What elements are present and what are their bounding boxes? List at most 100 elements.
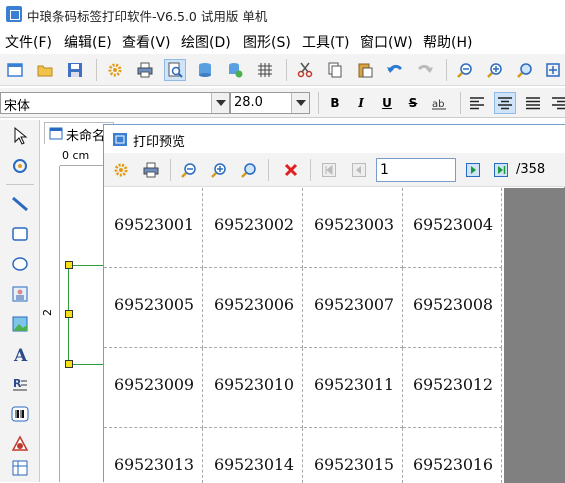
image-tool-icon[interactable] xyxy=(8,282,32,306)
select-pointer-icon[interactable] xyxy=(8,124,32,148)
cut-icon[interactable] xyxy=(294,59,316,81)
undo-icon[interactable] xyxy=(384,59,406,81)
align-justify-icon[interactable] xyxy=(522,92,544,114)
font-size-select[interactable]: 28.0 xyxy=(230,92,310,114)
label-cell: 69523004 xyxy=(403,188,502,268)
title-bar: 中琅条码标签打印软件-V6.5.0 试用版 单机 xyxy=(0,0,565,28)
print-preview-icon[interactable] xyxy=(164,59,186,81)
print-icon[interactable] xyxy=(134,59,156,81)
database-settings-icon[interactable] xyxy=(224,59,246,81)
label-number: 69523009 xyxy=(114,375,194,394)
rich-text-tool-icon[interactable]: R xyxy=(8,372,32,396)
label-cell: 69523002 xyxy=(204,188,303,268)
label-cell: 69523012 xyxy=(403,348,502,428)
zoom-icon[interactable] xyxy=(514,59,536,81)
grid-icon[interactable] xyxy=(254,59,276,81)
label-cell: 69523008 xyxy=(403,268,502,348)
app-icon xyxy=(6,6,22,22)
preview-title: 打印预览 xyxy=(133,135,186,150)
copy-icon[interactable] xyxy=(324,59,346,81)
rotate-tool-icon[interactable] xyxy=(8,154,32,178)
document-tab-label: 未命名 xyxy=(66,129,106,144)
last-page-icon[interactable] xyxy=(490,159,512,181)
redo-icon[interactable] xyxy=(414,59,436,81)
label-number: 69523015 xyxy=(314,455,394,474)
label-number: 69523014 xyxy=(214,455,294,474)
line-tool-icon[interactable] xyxy=(8,192,32,216)
italic-button[interactable]: I xyxy=(352,94,370,112)
align-right-icon[interactable] xyxy=(548,92,565,114)
bold-button[interactable]: B xyxy=(326,94,344,112)
label-cell: 69523007 xyxy=(304,268,403,348)
label-cell: 69523014 xyxy=(204,428,303,483)
settings-icon[interactable] xyxy=(104,59,126,81)
chevron-down-icon[interactable] xyxy=(291,93,309,113)
barcode-tool-icon[interactable] xyxy=(8,402,32,426)
selection-handle[interactable] xyxy=(65,310,73,318)
font-name-select[interactable]: 宋体 xyxy=(0,92,230,114)
paste-icon[interactable] xyxy=(354,59,376,81)
first-page-icon[interactable] xyxy=(318,159,340,181)
label-cell: 69523006 xyxy=(204,268,303,348)
picture-tool-icon[interactable] xyxy=(8,312,32,336)
print-preview-window: 打印预览 1 /358 69523001 69523002 69523003 6… xyxy=(103,124,565,483)
preview-page: 69523001 69523002 69523003 69523004 6952… xyxy=(104,188,504,483)
menu-shape[interactable]: 图形(S) xyxy=(243,32,291,52)
font-name-value: 宋体 xyxy=(4,99,31,114)
menu-tools[interactable]: 工具(T) xyxy=(302,32,349,52)
label-cell: 69523010 xyxy=(204,348,303,428)
menu-window[interactable]: 窗口(W) xyxy=(360,32,413,52)
label-cell: 69523013 xyxy=(104,428,203,483)
ellipse-tool-icon[interactable] xyxy=(8,252,32,276)
fit-page-icon[interactable] xyxy=(542,59,564,81)
menu-draw[interactable]: 绘图(D) xyxy=(181,32,231,52)
new-icon[interactable] xyxy=(4,59,26,81)
label-cell: 69523016 xyxy=(403,428,502,483)
menu-edit[interactable]: 编辑(E) xyxy=(64,32,112,52)
save-icon[interactable] xyxy=(64,59,86,81)
text-tool-icon[interactable]: A xyxy=(8,342,32,366)
rectangle-tool-icon[interactable] xyxy=(8,222,32,246)
document-icon xyxy=(49,127,63,140)
menu-file[interactable]: 文件(F) xyxy=(5,32,52,52)
zoom-in-icon[interactable] xyxy=(484,59,506,81)
font-size-value: 28.0 xyxy=(234,95,263,110)
selection-handle[interactable] xyxy=(65,261,73,269)
char-spacing-icon[interactable]: ab xyxy=(428,92,450,114)
close-icon[interactable] xyxy=(280,159,302,181)
print-settings-icon[interactable] xyxy=(110,159,132,181)
preview-background xyxy=(504,188,565,483)
chevron-down-icon[interactable] xyxy=(211,93,229,113)
underline-button[interactable]: U xyxy=(378,94,396,112)
label-cell: 69523009 xyxy=(104,348,203,428)
label-number: 69523007 xyxy=(314,295,394,314)
strikethrough-button[interactable]: S xyxy=(404,94,422,112)
zoom-out-icon[interactable] xyxy=(454,59,476,81)
align-center-icon[interactable] xyxy=(494,92,516,114)
zoom-out-icon[interactable] xyxy=(178,159,200,181)
shape-tool-icon[interactable] xyxy=(8,432,32,456)
page-number-input[interactable]: 1 xyxy=(376,158,456,182)
open-icon[interactable] xyxy=(34,59,56,81)
selected-object-outline[interactable] xyxy=(68,265,108,365)
table-tool-icon[interactable] xyxy=(8,456,32,480)
previous-page-icon[interactable] xyxy=(348,159,370,181)
database-icon[interactable] xyxy=(194,59,216,81)
format-toolbar: 宋体 28.0 B I U S ab xyxy=(0,88,565,118)
zoom-in-icon[interactable] xyxy=(208,159,230,181)
menu-help[interactable]: 帮助(H) xyxy=(423,32,472,52)
menu-view[interactable]: 查看(V) xyxy=(122,32,171,52)
next-page-icon[interactable] xyxy=(462,159,484,181)
selection-handle[interactable] xyxy=(65,360,73,368)
vertical-ruler: 2 xyxy=(40,166,60,482)
label-number: 69523012 xyxy=(413,375,493,394)
zoom-fit-icon[interactable] xyxy=(238,159,260,181)
svg-text:A: A xyxy=(13,346,28,363)
label-number: 69523008 xyxy=(413,295,493,314)
ruler-mark-label: 2 xyxy=(41,309,54,316)
menu-bar: 文件(F) 编辑(E) 查看(V) 绘图(D) 图形(S) 工具(T) 窗口(W… xyxy=(0,30,565,52)
print-icon[interactable] xyxy=(140,159,162,181)
align-left-icon[interactable] xyxy=(466,92,488,114)
page-total: /358 xyxy=(516,162,546,177)
drawing-tools-panel: A R xyxy=(0,120,40,482)
